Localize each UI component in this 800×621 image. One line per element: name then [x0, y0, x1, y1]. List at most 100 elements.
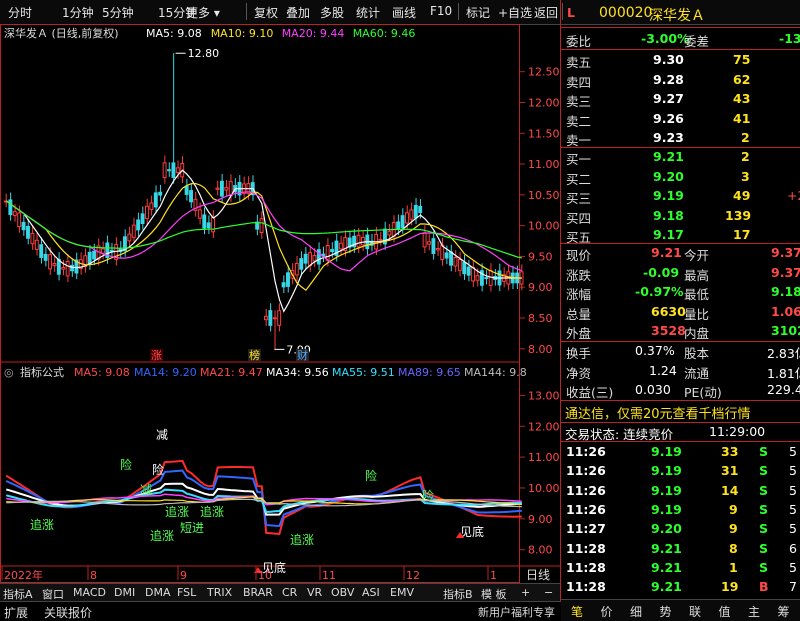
ask-price: 9.26: [653, 110, 684, 126]
indicator-tab-7[interactable]: BRAR: [243, 586, 273, 599]
tick-volume: 31: [721, 463, 739, 479]
stat-value: 9.21: [651, 245, 682, 260]
y-tick-label: 8.50: [528, 312, 553, 325]
ask-price: 9.28: [653, 71, 684, 87]
candle-body: [215, 187, 220, 190]
kline-chart[interactable]: 深华发Ａ (日线,前复权) MA5: 9.08 MA10: 9.10 MA20: 9.…: [0, 24, 560, 584]
detail-tab-1[interactable]: 价: [601, 603, 613, 620]
candle-body: [488, 270, 493, 286]
toolbar-item-9[interactable]: 画线: [392, 4, 416, 21]
candle-body: [444, 252, 449, 259]
candle-body: [167, 169, 171, 172]
tick-time: 11:26: [566, 501, 606, 517]
y-tick-label: 11.00: [528, 158, 560, 171]
bid-volume: 3: [741, 168, 750, 184]
chart-area[interactable]: 深华发Ａ (日线,前复权) MA5: 9.08 MA10: 9.10 MA20: 9.…: [0, 24, 560, 584]
tick-count: 5: [789, 559, 797, 575]
stat-value: 0.030: [635, 382, 671, 397]
detail-tab-7[interactable]: 筹: [778, 603, 790, 620]
promo-banner[interactable]: 通达信，仅需20元查看千档行情: [565, 403, 751, 422]
toolbar-item-7[interactable]: 多股: [320, 4, 344, 21]
indicator-legend-6: MA144: 9.8: [464, 366, 527, 379]
tick-side: S: [759, 463, 769, 479]
detail-tab-5[interactable]: 值: [719, 603, 731, 620]
ma-legend-3: MA60: 9.46: [353, 27, 416, 40]
divider: [561, 243, 800, 244]
toolbar-item-0[interactable]: 分时: [8, 4, 32, 21]
detail-tab-4[interactable]: 联: [689, 603, 701, 620]
candle-body: [330, 249, 335, 253]
stat-value: 1.81亿: [767, 365, 800, 381]
ind-ma5-line: [5, 459, 522, 535]
detail-tab-3[interactable]: 势: [660, 603, 672, 620]
stat-label: 股本: [684, 346, 710, 361]
toolbar-item-12[interactable]: +自选: [498, 4, 532, 21]
candle-body: [175, 167, 180, 174]
indicator-tab-8[interactable]: CR: [282, 586, 297, 599]
indicator-tab-13[interactable]: 指标B: [443, 586, 473, 602]
detail-tab-2[interactable]: 细: [630, 603, 642, 620]
stat-label: 总量: [566, 306, 592, 322]
signal-label: 险: [152, 462, 164, 477]
toolbar-item-4[interactable]: 更多 ▾: [186, 4, 220, 21]
detail-tab-6[interactable]: 主: [748, 603, 760, 620]
indicator-tab-10[interactable]: OBV: [331, 586, 354, 599]
tick-price: 9.21: [651, 559, 682, 575]
toolbar-item-6[interactable]: 叠加: [286, 4, 310, 21]
x-axis-label: 2022年: [4, 568, 43, 582]
y-tick-label: 11.00: [528, 451, 560, 464]
indicator-tab-15[interactable]: +: [521, 586, 530, 599]
indicator-tab-11[interactable]: ASI: [362, 586, 380, 599]
detail-tab-0[interactable]: 笔: [571, 603, 583, 620]
indicator-legend-2: MA21: 9.47: [200, 366, 263, 379]
event-marker: 榜: [249, 348, 260, 362]
ma10-line: [5, 182, 522, 292]
indicator-tab-14[interactable]: 模 板: [481, 586, 507, 602]
toolbar-item-11[interactable]: 标记: [466, 4, 490, 21]
indicator-tab-1[interactable]: 窗口: [42, 586, 64, 602]
indicator-tab-0[interactable]: 指标A: [3, 586, 33, 602]
candle-body: [26, 225, 30, 239]
toolbar-item-1[interactable]: 1分钟: [62, 4, 94, 21]
indicator-tab-5[interactable]: FSL: [177, 586, 196, 599]
candle-body: [30, 232, 35, 245]
bid-extra: +2: [787, 188, 800, 203]
toolbar-item-5[interactable]: 复权: [254, 4, 278, 21]
ma-legend-1: MA10: 9.10: [211, 27, 274, 40]
stat-value: 0.37%: [635, 343, 675, 358]
candle-body: [360, 236, 365, 246]
new-user-promo-link[interactable]: 新用户福利专享: [478, 604, 555, 620]
weibi-label: 委比: [566, 34, 592, 49]
indicator-tab-9[interactable]: VR: [307, 586, 322, 599]
price-annotation: 12.80: [188, 47, 220, 60]
related-quote-button[interactable]: 关联报价: [44, 604, 92, 621]
toolbar-item-13[interactable]: 返回: [534, 4, 558, 21]
indicator-legend-5: MA89: 9.65: [398, 366, 461, 379]
stat-value: 1.06: [771, 303, 800, 319]
indicator-tab-12[interactable]: EMV: [390, 586, 414, 599]
tick-volume: 19: [721, 579, 739, 595]
tick-volume: 8: [729, 540, 738, 556]
stat-label: 今开: [684, 248, 710, 263]
toolbar-item-8[interactable]: 统计: [356, 4, 380, 21]
indicator-tab-2[interactable]: MACD: [73, 586, 106, 599]
event-marker: 涨: [151, 349, 162, 362]
indicator-tab-16[interactable]: −: [544, 586, 553, 599]
toolbar-item-2[interactable]: 5分钟: [102, 4, 134, 21]
toolbar-item-10[interactable]: F10: [430, 4, 452, 18]
weibi-value: -3.00%: [641, 31, 690, 46]
candle-body: [277, 310, 282, 326]
indicator-tab-4[interactable]: DMA: [145, 586, 171, 599]
tick-time: 11:27: [566, 521, 606, 537]
candle-body: [264, 315, 268, 321]
candle-body: [268, 310, 273, 326]
stat-value: 9.18: [771, 284, 800, 299]
indicator-legend-4: MA55: 9.51: [332, 366, 395, 379]
tick-side: S: [759, 482, 769, 498]
expand-button[interactable]: 扩展: [4, 604, 28, 621]
indicator-tab-3[interactable]: DMI: [114, 586, 135, 599]
bid-price: 9.20: [653, 168, 684, 184]
stat-label: 量比: [684, 306, 710, 322]
tick-side: S: [759, 444, 769, 459]
indicator-tab-6[interactable]: TRIX: [207, 586, 232, 599]
